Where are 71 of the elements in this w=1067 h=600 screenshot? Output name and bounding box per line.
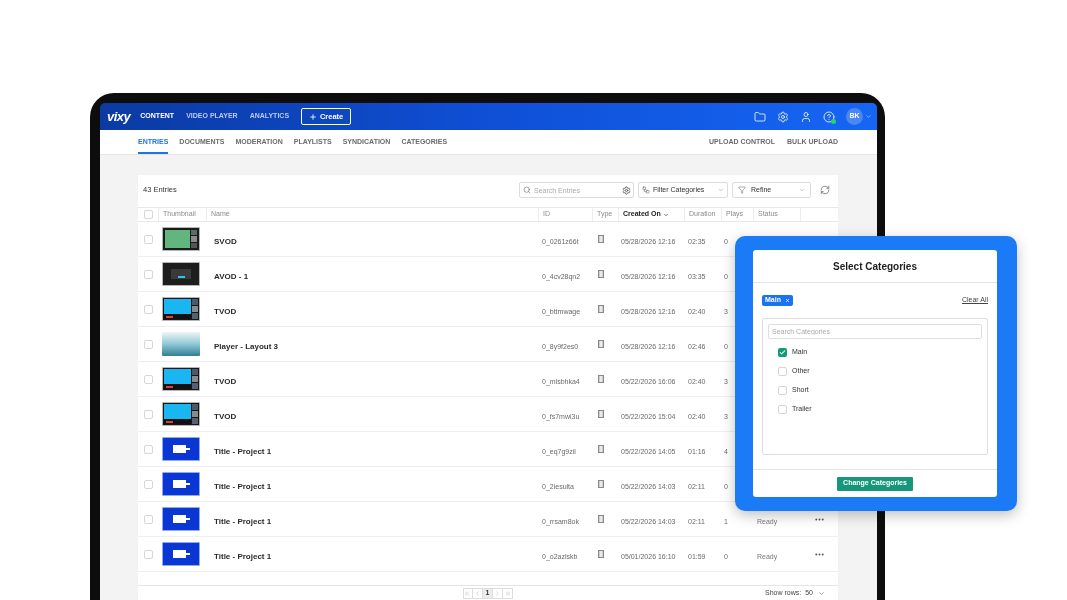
checkbox[interactable] <box>143 234 153 244</box>
checkbox[interactable] <box>143 479 153 489</box>
folder-icon[interactable] <box>754 110 766 123</box>
thumbnail-drawing <box>162 437 200 461</box>
entry-name[interactable]: Title - Project 1 <box>214 517 272 526</box>
checkbox[interactable] <box>143 374 153 384</box>
film-icon <box>598 515 604 523</box>
plus-icon <box>308 112 317 121</box>
chevron-down-icon <box>799 187 805 193</box>
hierarchy-icon <box>642 186 650 194</box>
previous-icon <box>474 589 481 597</box>
settings-icon[interactable] <box>622 185 631 195</box>
last-page-icon <box>504 589 511 597</box>
entry-name[interactable]: AVOD - 1 <box>214 272 249 281</box>
previous-page-button[interactable] <box>473 587 483 599</box>
checkbox[interactable] <box>778 367 787 376</box>
entry-name[interactable]: SVOD <box>214 237 237 246</box>
chevron-down-icon <box>818 589 825 597</box>
last-page-button[interactable] <box>503 587 513 599</box>
filter-icon <box>738 186 746 194</box>
next-page-button[interactable] <box>493 587 503 599</box>
checkbox[interactable] <box>143 269 153 279</box>
chevron-down-icon <box>662 211 669 218</box>
entry-name[interactable]: TVOD <box>214 377 237 386</box>
checkbox[interactable] <box>778 405 787 414</box>
entry-name[interactable]: Player - Layout 3 <box>214 342 279 351</box>
film-icon <box>598 375 604 383</box>
help-icon[interactable] <box>823 110 835 123</box>
checkbox[interactable] <box>778 386 787 395</box>
logo[interactable]: vixy <box>107 110 131 123</box>
checkbox[interactable] <box>143 409 153 419</box>
thumbnail-drawing <box>162 262 200 286</box>
film-icon <box>598 410 604 418</box>
first-page-button[interactable] <box>463 587 473 599</box>
entry-name[interactable]: Title - Project 1 <box>214 482 272 491</box>
checkbox[interactable] <box>143 514 153 524</box>
checkbox[interactable] <box>143 304 153 314</box>
film-icon <box>598 270 604 278</box>
chevron-down-icon[interactable] <box>865 113 872 120</box>
thumbnail-drawing <box>162 367 200 391</box>
checkbox[interactable] <box>143 339 153 349</box>
checkbox[interactable] <box>143 210 153 219</box>
entry-name[interactable]: Title - Project 1 <box>214 552 272 561</box>
thumbnail-drawing <box>162 542 200 566</box>
close-icon[interactable] <box>784 298 790 303</box>
search-icon <box>523 186 531 194</box>
entry-name[interactable]: Title - Project 1 <box>214 447 272 456</box>
user-icon[interactable] <box>800 110 812 123</box>
dialog-title: Select Categories <box>833 259 917 274</box>
film-icon <box>598 445 604 453</box>
film-icon <box>598 340 604 348</box>
chevron-down-icon <box>718 187 724 193</box>
checkbox[interactable] <box>143 444 153 454</box>
checkbox[interactable] <box>143 549 153 559</box>
film-icon <box>598 550 604 558</box>
thumbnail-drawing <box>162 472 200 496</box>
film-icon <box>598 480 604 488</box>
checkbox[interactable] <box>778 348 787 357</box>
film-icon <box>598 305 604 313</box>
thumbnail-drawing <box>162 227 200 251</box>
entry-name[interactable]: TVOD <box>214 307 237 316</box>
refresh-icon[interactable] <box>820 185 830 195</box>
thumbnail-drawing <box>162 507 200 531</box>
entry-name[interactable]: TVOD <box>214 412 237 421</box>
checkmark-icon <box>779 349 786 356</box>
thumbnail-drawing <box>162 332 200 356</box>
film-icon <box>598 235 604 243</box>
thumbnail-drawing <box>162 297 200 321</box>
first-page-icon <box>464 589 472 597</box>
thumbnail-drawing <box>162 402 200 426</box>
next-icon <box>494 589 501 597</box>
